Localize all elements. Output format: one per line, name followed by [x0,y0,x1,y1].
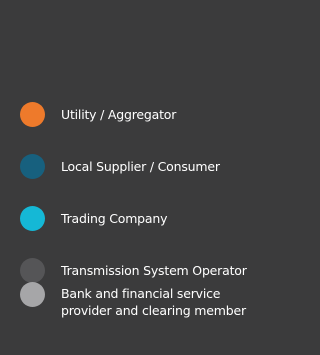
legend-item-bank-financial-service: Bank and financial service provider and … [20,282,251,319]
legend-label: Local Supplier / Consumer [61,159,220,174]
legend-label: Transmission System Operator [61,263,247,278]
legend-label: Bank and financial service provider and … [61,286,246,318]
legend-panel: { "legend": { "items": [ { "label": "Uti… [0,0,267,355]
legend-item-utility-aggregator: Utility / Aggregator [20,102,176,127]
light-gray-dot-icon [20,282,45,307]
legend-item-transmission-system-operator: Transmission System Operator [20,258,247,283]
legend-label: Trading Company [61,211,168,226]
dark-gray-dot-icon [20,258,45,283]
legend-label: Utility / Aggregator [61,107,177,122]
dark-blue-dot-icon [20,154,45,179]
orange-dot-icon [20,102,45,127]
legend-item-trading-company: Trading Company [20,206,168,231]
cyan-dot-icon [20,206,45,231]
legend-item-local-supplier-consumer: Local Supplier / Consumer [20,154,220,179]
